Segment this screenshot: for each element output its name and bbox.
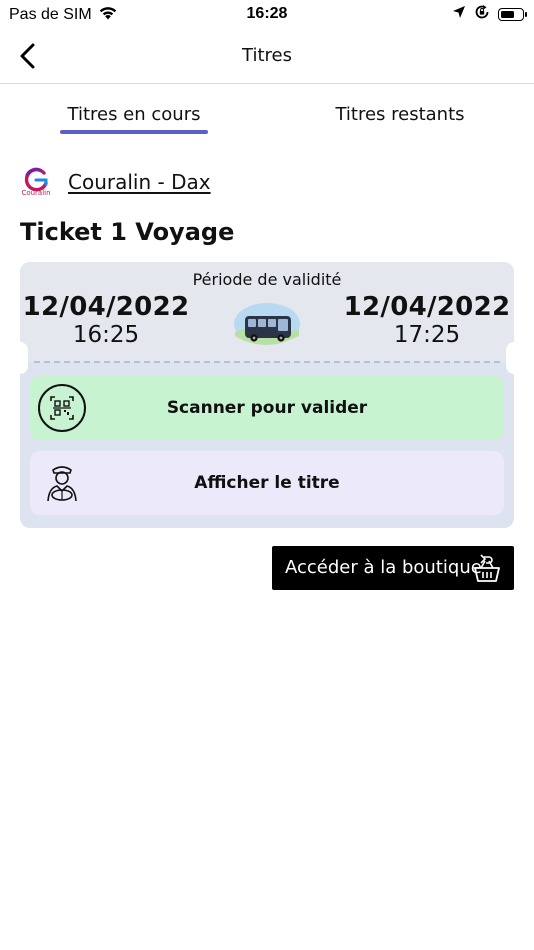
page-title: Titres xyxy=(242,45,292,66)
shop-label: Accéder à la boutique xyxy=(285,557,482,578)
show-label: Afficher le titre xyxy=(194,473,340,493)
end-time: 17:25 xyxy=(393,322,461,348)
tab-titres-restants[interactable]: Titres restants xyxy=(330,104,470,125)
rotation-lock-icon xyxy=(474,4,490,25)
battery-level xyxy=(501,11,514,18)
end-date: 12/04/2022 xyxy=(343,292,511,322)
nav-bar: Titres xyxy=(0,30,534,84)
operator-row: Couralin Couralin - Dax xyxy=(18,164,211,200)
tab-titres-en-cours[interactable]: Titres en cours xyxy=(60,104,208,125)
battery-icon xyxy=(498,8,527,21)
location-arrow-icon xyxy=(452,5,466,24)
ticket-validity-section: Période de validité 12/04/2022 16:25 12/… xyxy=(20,262,514,362)
ticket-perforation xyxy=(34,361,500,363)
shopping-basket-icon xyxy=(474,554,500,582)
couralin-logo-icon xyxy=(24,167,48,191)
bus-icon xyxy=(234,303,300,345)
show-ticket-button[interactable]: Afficher le titre xyxy=(30,451,504,515)
ticket-card: Période de validité 12/04/2022 16:25 12/… xyxy=(12,262,522,528)
operator-logo-text: Couralin xyxy=(21,189,51,197)
start-date: 12/04/2022 xyxy=(22,292,190,322)
operator-name-link[interactable]: Couralin - Dax xyxy=(68,170,211,194)
ticket-notch-left xyxy=(12,342,28,374)
status-bar: Pas de SIM 16:28 xyxy=(0,0,534,30)
start-time: 16:25 xyxy=(72,322,140,348)
active-tab-indicator xyxy=(60,130,208,134)
validity-start: 12/04/2022 16:25 xyxy=(21,292,191,348)
validity-end: 12/04/2022 17:25 xyxy=(342,292,512,348)
ticket-notch-right xyxy=(506,342,522,374)
ticket-title: Ticket 1 Voyage xyxy=(20,218,235,246)
operator-logo: Couralin xyxy=(18,164,54,200)
shop-button[interactable]: Accéder à la boutique xyxy=(272,546,514,590)
scan-label: Scanner pour valider xyxy=(166,398,368,418)
status-right xyxy=(452,4,527,25)
validity-label: Période de validité xyxy=(192,270,342,289)
tab-bar: Titres en cours Titres restants xyxy=(0,84,534,136)
scan-to-validate-button[interactable]: Scanner pour valider xyxy=(30,376,504,440)
